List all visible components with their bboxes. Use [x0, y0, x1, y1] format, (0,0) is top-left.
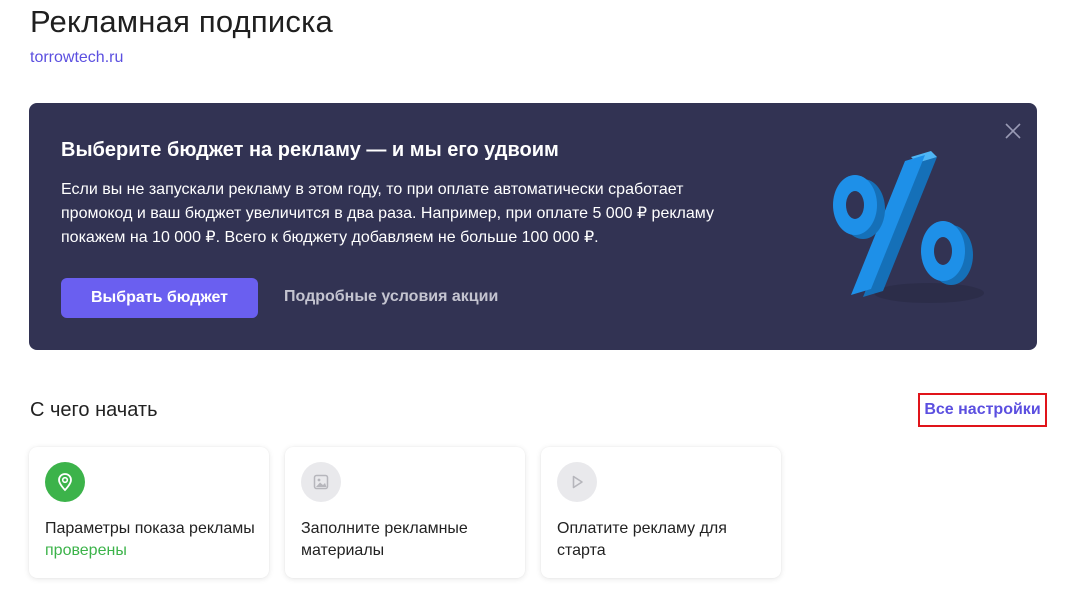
- start-card-targeting[interactable]: Параметры показа рекламы проверены: [29, 447, 269, 578]
- start-card-materials[interactable]: Заполните рекламные материалы: [285, 447, 525, 578]
- site-link[interactable]: torrowtech.ru: [30, 49, 123, 67]
- location-pin-icon: [45, 462, 85, 502]
- percent-icon: [819, 143, 999, 313]
- card-text: Заполните рекламные материалы: [301, 520, 468, 559]
- promo-description: Если вы не запускали рекламу в этом году…: [61, 178, 741, 250]
- close-icon[interactable]: [1003, 121, 1023, 141]
- promo-text-line: покажем на 10 000 ₽. Всего к бюджету доб…: [61, 229, 599, 246]
- page: Рекламная подписка torrowtech.ru Выберит…: [0, 0, 1066, 609]
- promo-text-line: промокод и ваш бюджет увеличится в два р…: [61, 205, 714, 222]
- page-title: Рекламная подписка: [30, 4, 333, 39]
- promo-text-line: Если вы не запускали рекламу в этом году…: [61, 181, 684, 198]
- promo-title: Выберите бюджет на рекламу — и мы его уд…: [61, 139, 559, 161]
- section-title: С чего начать: [30, 399, 158, 421]
- all-settings-link[interactable]: Все настройки: [918, 393, 1047, 427]
- start-card-payment[interactable]: Оплатите рекламу для старта: [541, 447, 781, 578]
- image-icon: [301, 462, 341, 502]
- card-label: Параметры показа рекламы проверены: [45, 518, 255, 562]
- card-text: Параметры показа рекламы: [45, 520, 255, 537]
- promo-banner: Выберите бюджет на рекламу — и мы его уд…: [29, 103, 1037, 350]
- status-text: проверены: [45, 542, 127, 559]
- choose-budget-button[interactable]: Выбрать бюджет: [61, 278, 258, 318]
- play-icon: [557, 462, 597, 502]
- card-text: Оплатите рекламу для старта: [557, 520, 727, 559]
- promo-terms-link[interactable]: Подробные условия акции: [284, 288, 498, 306]
